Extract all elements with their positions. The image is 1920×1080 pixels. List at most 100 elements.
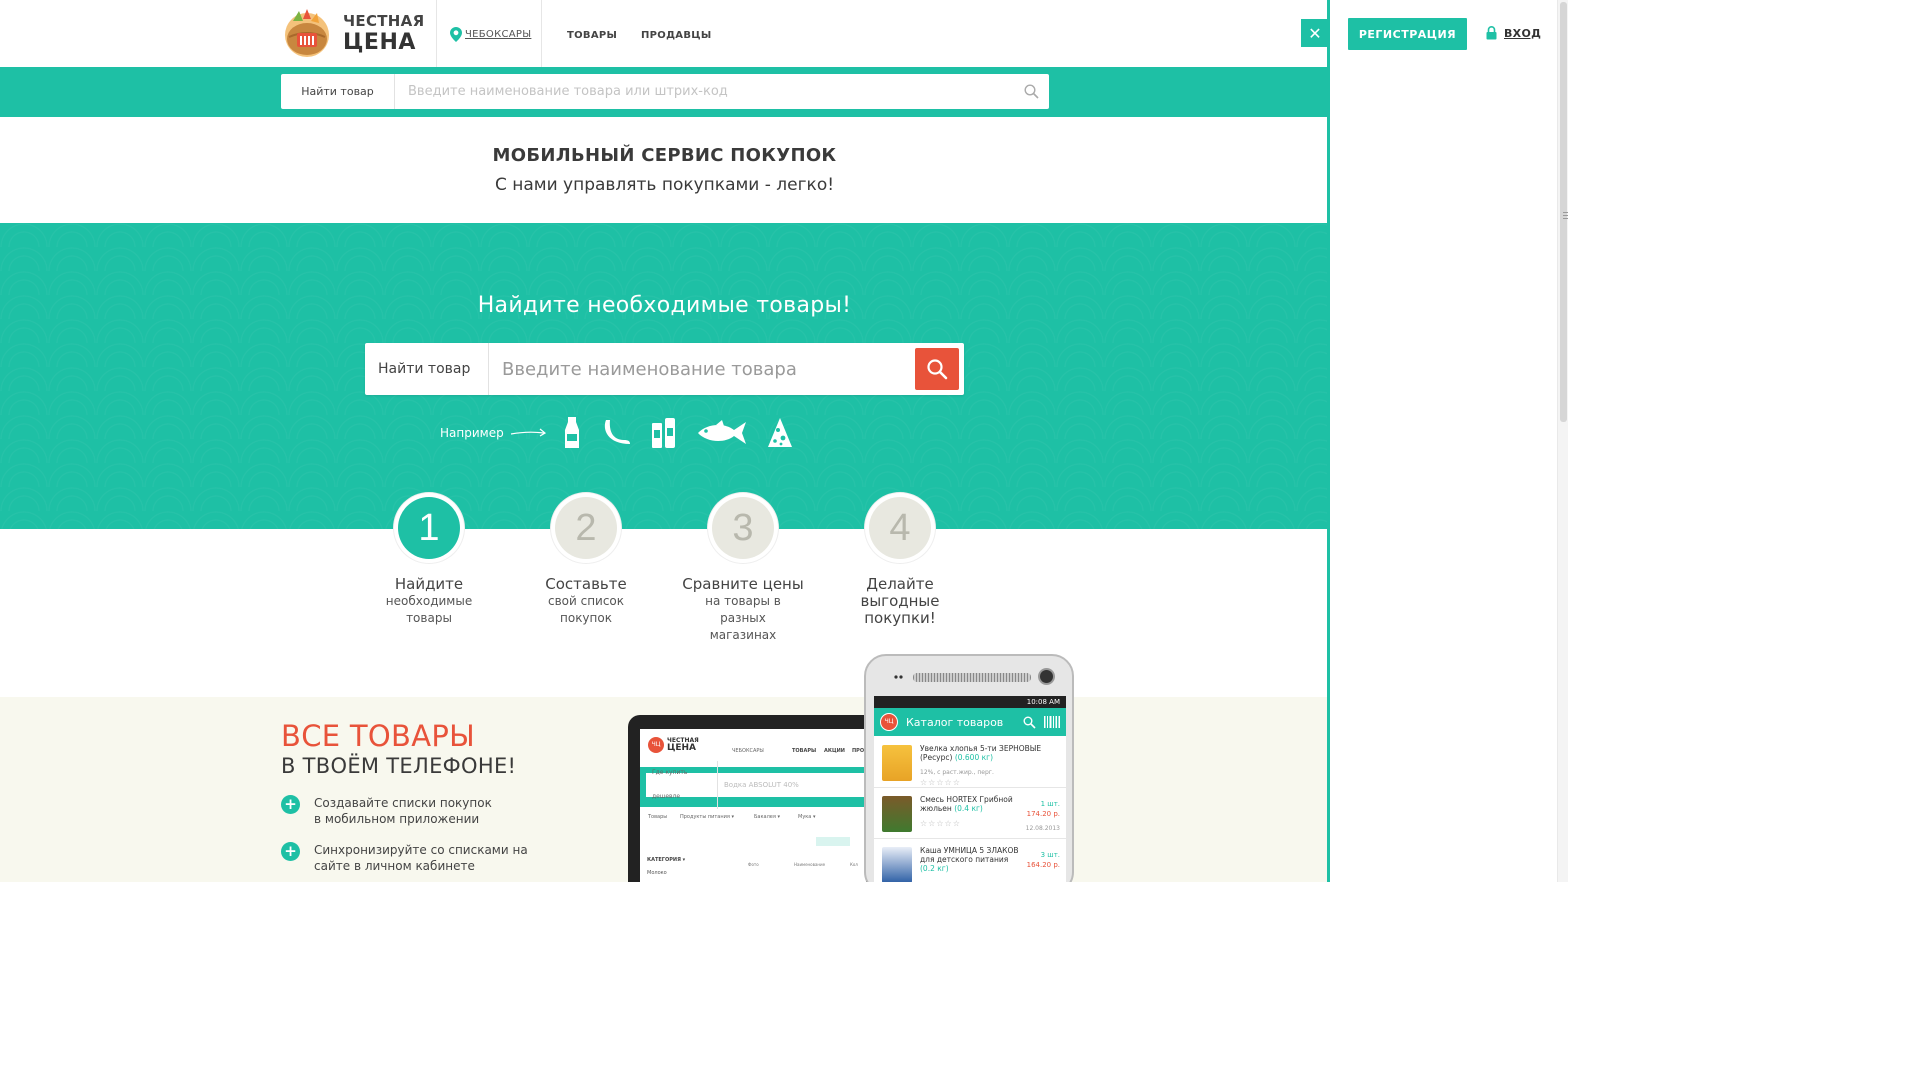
hero-search: Найти товар Введите наименование товара [365, 343, 964, 395]
tablet-view-toggle [816, 837, 850, 846]
fish-icon[interactable] [696, 416, 748, 450]
tablet-list-head: КАТЕГОРИЯ ▾ [647, 857, 686, 863]
product-thumbnail [882, 796, 912, 832]
tablet-list-item: Молоко [647, 870, 667, 876]
search-icon [927, 359, 948, 380]
tablet-logo: ЧЦ ЧЕСТНАЯ ЦЕНА [648, 737, 699, 753]
step-number: 3 [712, 497, 774, 559]
product-weight: (0.2 кг) [920, 864, 949, 873]
auth-panel: РЕГИСТРАЦИЯ ВХОД [1330, 0, 1568, 882]
city-selector[interactable]: ЧЕБОКСАРЫ [450, 27, 531, 42]
step-number: 2 [555, 497, 617, 559]
product-date: 12.08.2013 [1025, 825, 1060, 832]
step-title: Сравните цены [682, 575, 804, 593]
bottle-icon[interactable] [562, 416, 582, 450]
location-pin-icon [450, 27, 462, 42]
step-description: свой список покупок [547, 594, 625, 625]
phone-mockup: 10:08 AM ЧЦ Каталог товаров Увелка хлопь… [864, 654, 1074, 882]
feature-item: + Создавайте списки покупок в мобильном … [281, 795, 581, 827]
tablet-search-label: Где купить дешевле [646, 761, 718, 809]
product-weight: (0.4 кг) [954, 804, 983, 813]
examples-label: Например [440, 426, 504, 440]
scrollbar-thumb[interactable] [1560, 2, 1568, 422]
top-search: Найти товар Введите наименование товара … [281, 74, 1049, 109]
phone-app-actions [1023, 716, 1060, 729]
step-description: необходимые товары [385, 594, 473, 625]
phone-speaker [913, 673, 1031, 682]
product-price: 174.20 р. [1026, 810, 1060, 818]
city-label: ЧЕБОКСАРЫ [465, 29, 532, 40]
phone-sensor-icon [894, 675, 903, 679]
step-number-circle: 2 [551, 493, 621, 563]
product-rating: ☆☆☆☆☆ [920, 778, 961, 787]
product-title: Каша УМНИЦА 5 ЗЛАКОВ для детского питани… [920, 846, 1019, 864]
phone-app-logo: ЧЦ [880, 713, 898, 731]
register-button[interactable]: РЕГИСТРАЦИЯ [1348, 18, 1467, 50]
phone-status-bar: 10:08 AM [874, 696, 1066, 708]
tablet-column: Наименование [794, 862, 826, 867]
step-number-circle: 1 [394, 493, 464, 563]
tablet-nav-item: АКЦИИ [824, 748, 845, 754]
tablet-category: Продукты питания ▾ [680, 814, 734, 820]
feature-text: Создавайте списки покупок в мобильном пр… [314, 796, 492, 826]
tablet-category: Бакалея ▾ [754, 814, 780, 820]
logo-text: ЧЕСТНАЯ ЦЕНА [343, 14, 424, 54]
tablet-category: Мука ▾ [798, 814, 816, 820]
product-thumbnail [882, 847, 912, 882]
promo-subtitle: С нами управлять покупками - легко! [494, 175, 835, 195]
phone-app-title: Каталог товаров [906, 715, 1004, 729]
product-meta: 12%, с раст.жир., перг. [920, 769, 994, 776]
product-name: Каша УМНИЦА 5 ЗЛАКОВ для детского питани… [920, 846, 1020, 873]
step-number-circle: 4 [865, 493, 935, 563]
search-icon [1023, 716, 1036, 729]
search-icon [1023, 84, 1039, 99]
tablet-nav-item: ПРО [852, 748, 865, 754]
hero-title: Найдите необходимые товары! [477, 293, 852, 318]
cheese-icon[interactable] [766, 416, 794, 450]
nav-sellers[interactable]: ПРОДАВЦЫ [641, 30, 712, 41]
product-qty-price: 3 шт. 164.20 р. [1027, 850, 1060, 870]
mobile-title: В ТВОЁМ ТЕЛЕФОНЕ! [281, 754, 517, 778]
scrollbar[interactable] [1557, 0, 1568, 882]
logo-line2: ЦЕНА [343, 30, 416, 55]
phone-screen: 10:08 AM ЧЦ Каталог товаров Увелка хлопь… [874, 696, 1066, 882]
site-logo[interactable]: ЧЕСТНАЯ ЦЕНА [281, 5, 424, 59]
arrow-right-icon [510, 428, 546, 437]
product-thumbnail [882, 745, 912, 781]
phone-product-item: Каша УМНИЦА 5 ЗЛАКОВ для детского питани… [874, 840, 1066, 882]
step-number-circle: 3 [708, 493, 778, 563]
main-content: ЧЕСТНАЯ ЦЕНА ЧЕБОКСАРЫ ТОВАРЫ ПРОДАВЦЫ ✕ [0, 0, 1329, 882]
login-label: ВХОД [1504, 26, 1542, 40]
banana-icon[interactable] [600, 416, 634, 450]
tablet-city: ЧЕБОКСАРЫ [732, 748, 764, 754]
phone-camera-icon [1040, 670, 1053, 683]
tablet-search-input: Водка ABSOLUT 40% [724, 781, 799, 789]
step-title: Найдите [394, 575, 464, 593]
barcode-icon [1044, 716, 1060, 728]
tablet-screen: ЧЦ ЧЕСТНАЯ ЦЕНА ЧЕБОКСАРЫ ТОВАРЫ АКЦИИ П… [640, 729, 866, 882]
step-description: на товары в разных магазинах [705, 594, 781, 642]
step-title: Делайте выгодные покупки! [860, 575, 940, 627]
drinks-icon[interactable] [650, 416, 678, 450]
tablet-search-bar: Где купить дешевле Водка ABSOLUT 40% [640, 761, 866, 809]
site-header: ЧЕСТНАЯ ЦЕНА ЧЕБОКСАРЫ ТОВАРЫ ПРОДАВЦЫ ✕ [0, 0, 1329, 67]
nav-products[interactable]: ТОВАРЫ [567, 30, 617, 41]
step-number: 1 [398, 497, 460, 559]
plus-circle-icon: + [281, 795, 300, 814]
hero-search-button[interactable] [915, 348, 959, 390]
step-compare: 3 Сравните цены на товары в разных магаз… [668, 493, 818, 644]
tablet-logo-line2: ЦЕНА [667, 742, 696, 753]
close-panel-button[interactable]: ✕ [1301, 19, 1329, 47]
step-number: 4 [869, 497, 931, 559]
top-search-bar: Найти товар Введите наименование товара … [0, 67, 1329, 117]
hero-search-category[interactable]: Найти товар [365, 343, 489, 395]
top-search-input[interactable]: Введите наименование товара или штрих-ко… [395, 84, 1013, 99]
login-link[interactable]: ВХОД [1486, 26, 1541, 40]
lock-icon [1486, 26, 1497, 40]
product-weight: (0.600 кг) [954, 753, 994, 762]
page-root: ЧЕСТНАЯ ЦЕНА ЧЕБОКСАРЫ ТОВАРЫ ПРОДАВЦЫ ✕ [0, 0, 1568, 882]
header-divider [541, 0, 542, 67]
hero-search-input[interactable]: Введите наименование товара [489, 359, 915, 380]
top-search-button[interactable] [1013, 84, 1049, 99]
top-search-category[interactable]: Найти товар [281, 74, 395, 109]
